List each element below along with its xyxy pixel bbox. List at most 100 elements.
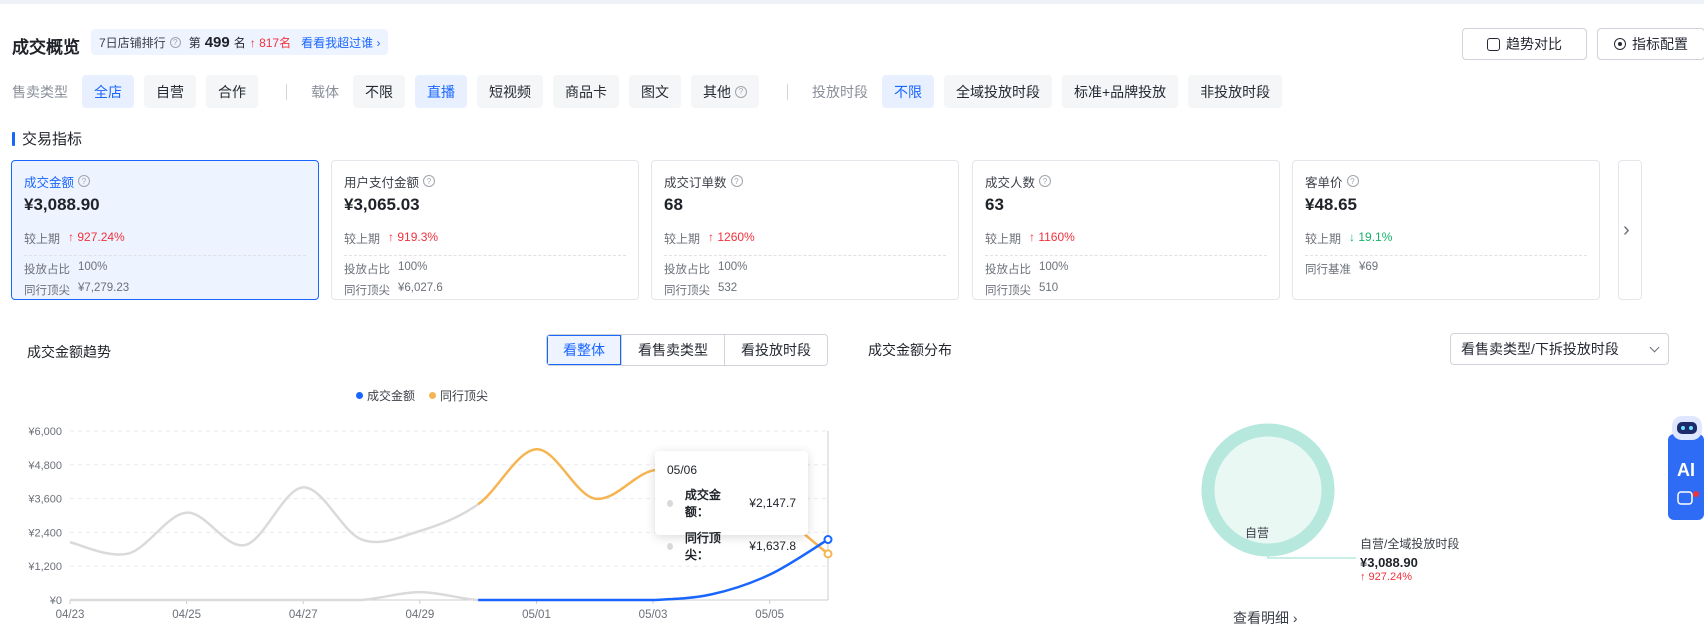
x-tick-label: 05/05 xyxy=(755,609,784,621)
compare-label: 较上期 xyxy=(664,232,701,246)
row-value: ¥69 xyxy=(1359,261,1379,273)
view-detail-link[interactable]: 查看明细 › xyxy=(1233,608,1298,628)
divider xyxy=(286,83,287,100)
point-gmv xyxy=(823,535,833,545)
row-value: 510 xyxy=(1039,282,1059,294)
compare-value: ↑ 1160% xyxy=(1029,230,1075,244)
metric-value: ¥48.65 xyxy=(1305,195,1357,214)
compare-value: ↑ 927.24% xyxy=(68,230,125,244)
filter-row: 售卖类型 全店 自营 合作 载体 不限 直播 短视频 商品卡 图文 其他? 投放… xyxy=(12,75,1292,108)
compare-label: 较上期 xyxy=(344,232,381,246)
metric-title: 成交订单数 xyxy=(664,175,727,190)
legend-item-peer[interactable]: 同行顶尖 xyxy=(429,387,488,404)
divider xyxy=(787,83,788,100)
metric-title: 用户支付金额 xyxy=(344,175,420,190)
section-title: 交易指标 xyxy=(12,128,82,149)
tooltip-value: ¥1,637.8 xyxy=(749,539,796,553)
y-tick-label: ¥0 xyxy=(49,595,62,607)
metric-value: ¥3,065.03 xyxy=(344,195,420,214)
filter-carrier-short-video[interactable]: 短视频 xyxy=(477,75,543,108)
series-peer-line-muted xyxy=(69,486,479,556)
metric-card-orders[interactable]: 成交订单数? 68 较上期 ↑ 1260% 投放占比 100% 同行顶尖 532 xyxy=(651,160,959,300)
trend-compare-button[interactable]: 趋势对比 xyxy=(1462,28,1587,60)
help-icon: ? xyxy=(78,175,91,187)
period-label: 投放时段 xyxy=(812,83,868,100)
metric-title: 成交金额 xyxy=(24,175,75,190)
row-label: 同行顶尖 xyxy=(664,285,710,297)
filter-sell-self[interactable]: 自营 xyxy=(144,75,196,108)
metric-card-buyers[interactable]: 成交人数? 63 较上期 ↑ 1160% 投放占比 100% 同行顶尖 510 xyxy=(972,160,1280,300)
row-label: 投放占比 xyxy=(664,264,710,276)
donut-slice-label: 自营 xyxy=(1245,526,1270,540)
row-label: 同行顶尖 xyxy=(24,285,70,297)
chart-legend: 成交金额 同行顶尖 xyxy=(356,387,488,404)
shop-rank-badge: 7日店铺排行 ? 第 499 名 ↑ 817名 看看我超过谁 › xyxy=(91,29,389,55)
tooltip-dot xyxy=(667,499,673,507)
section-marker xyxy=(12,131,15,146)
callout-change: ↑ 927.24% xyxy=(1360,571,1412,583)
legend-dot xyxy=(356,392,363,399)
row-label: 投放占比 xyxy=(985,264,1031,276)
filter-period-standard-brand[interactable]: 标准+品牌投放 xyxy=(1062,75,1179,108)
ai-icon: AI xyxy=(1677,460,1695,480)
ai-assistant-float[interactable]: AI xyxy=(1666,412,1704,520)
metric-title: 成交人数 xyxy=(985,175,1036,190)
filter-period-any[interactable]: 不限 xyxy=(882,75,934,108)
tab-sell-type[interactable]: 看售卖类型 xyxy=(621,335,724,365)
compare-value: ↑ 1260% xyxy=(708,230,755,244)
trend-title: 成交金额趋势 xyxy=(27,344,111,360)
tab-overall[interactable]: 看整体 xyxy=(547,335,621,365)
legend-item-gmv[interactable]: 成交金额 xyxy=(356,387,415,404)
y-tick-label: ¥2,400 xyxy=(27,527,62,539)
rank-compare-link[interactable]: 看看我超过谁 › xyxy=(301,34,380,51)
filter-period-full[interactable]: 全域投放时段 xyxy=(944,75,1052,108)
metric-card-user-payment[interactable]: 用户支付金额? ¥3,065.03 较上期 ↑ 919.3% 投放占比 100% 同… xyxy=(331,160,639,300)
filter-sell-all[interactable]: 全店 xyxy=(82,75,134,108)
row-value: 100% xyxy=(398,261,428,273)
trend-compare-label: 趋势对比 xyxy=(1506,36,1562,52)
distribution-dropdown[interactable]: 看售卖类型/下拆投放时段 xyxy=(1450,333,1669,365)
chevron-down-icon xyxy=(1649,342,1660,352)
rank-label: 7日店铺排行 xyxy=(99,35,166,50)
row-value: ¥7,279.23 xyxy=(78,282,130,294)
filter-carrier-image-text[interactable]: 图文 xyxy=(629,75,681,108)
metric-config-button[interactable]: 指标配置 xyxy=(1597,28,1704,60)
x-tick-label: 05/03 xyxy=(639,609,668,621)
filter-carrier-other[interactable]: 其他? xyxy=(691,75,759,108)
compare-label: 较上期 xyxy=(24,232,61,246)
help-icon: ? xyxy=(730,175,743,187)
metric-value: 68 xyxy=(664,195,683,214)
dropdown-value: 看售卖类型/下拆投放时段 xyxy=(1461,341,1619,357)
chevron-right-icon[interactable]: › xyxy=(1623,220,1637,240)
row-label: 同行基准 xyxy=(1305,264,1351,276)
compare-label: 较上期 xyxy=(985,232,1022,246)
y-tick-label: ¥6,000 xyxy=(27,426,62,438)
point-peer xyxy=(823,549,833,559)
tooltip-label: 成交金额： xyxy=(684,488,721,519)
x-tick-label: 04/27 xyxy=(289,609,318,621)
legend-label: 同行顶尖 xyxy=(440,389,489,403)
filter-carrier-product-card[interactable]: 商品卡 xyxy=(553,75,619,108)
filter-carrier-any[interactable]: 不限 xyxy=(353,75,405,108)
tab-period[interactable]: 看投放时段 xyxy=(724,335,827,365)
filter-sell-coop[interactable]: 合作 xyxy=(206,75,258,108)
chart-tooltip: 05/06 成交金额： ¥2,147.7 同行顶尖： ¥1,637.8 xyxy=(655,451,808,562)
trend-view-tabs: 看整体 看售卖类型 看投放时段 xyxy=(546,334,828,366)
row-value: 532 xyxy=(718,282,738,294)
distribution-title: 成交金额分布 xyxy=(868,342,952,358)
x-tick-label: 04/25 xyxy=(172,609,201,621)
legend-dot xyxy=(429,392,437,399)
y-tick-label: ¥4,800 xyxy=(27,460,62,472)
help-icon[interactable]: ? xyxy=(169,36,181,48)
metric-card-gmv[interactable]: 成交金额? ¥3,088.90 较上期 ↑ 927.24% 投放占比 100% 同行… xyxy=(11,160,319,300)
chart-icon xyxy=(1487,37,1500,51)
help-icon: ? xyxy=(1039,175,1052,187)
tooltip-label: 同行顶尖： xyxy=(684,531,721,562)
row-value: 100% xyxy=(1039,261,1069,273)
series-gmv-line-muted xyxy=(69,590,479,602)
filter-carrier-live[interactable]: 直播 xyxy=(415,75,467,108)
metric-card-avg-price[interactable]: 客单价? ¥48.65 较上期 ↓ 19.1% 同行基准 ¥69 xyxy=(1292,160,1600,300)
legend-label: 成交金额 xyxy=(367,389,416,403)
filter-period-non-ad[interactable]: 非投放时段 xyxy=(1188,75,1283,108)
tooltip-date: 05/06 xyxy=(667,463,698,477)
